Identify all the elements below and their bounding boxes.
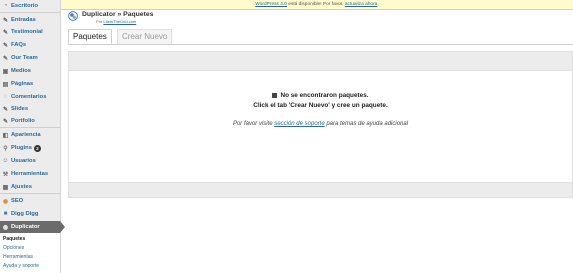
- sidebar-item-herramientas[interactable]: ⚒ Herramientas: [0, 168, 60, 180]
- duplicator-logo-icon: [68, 11, 78, 21]
- pages-icon: ▤: [2, 81, 9, 88]
- tools-icon: ⚒: [2, 171, 9, 178]
- empty-message: No se encontraron paquetes.: [69, 92, 572, 99]
- sidebar-item-portfolio[interactable]: ✎ Portfolio: [0, 115, 60, 127]
- tab-paquetes[interactable]: Paquetes: [68, 29, 112, 44]
- pin-icon: ✎: [2, 106, 9, 113]
- pin-icon: ✎: [2, 118, 9, 125]
- empty-instruction: Click el tab 'Crear Nuevo' y cree un paq…: [253, 102, 388, 109]
- appearance-icon: ◧: [2, 132, 9, 139]
- page-title: Duplicator » Paquetes: [82, 11, 154, 18]
- update-count-badge: 2: [33, 144, 41, 152]
- pin-icon: ✎: [2, 55, 9, 62]
- sidebar-item-usuarios[interactable]: ☺ Usuarios: [0, 155, 60, 167]
- seo-icon: ◉: [2, 198, 9, 205]
- sidebar-item-duplicator[interactable]: ◍ Duplicator: [0, 221, 65, 233]
- settings-icon: ▦: [2, 184, 9, 191]
- sidebar-item-seo[interactable]: ◉ SEO: [0, 195, 60, 207]
- media-icon: ▣: [2, 68, 9, 75]
- sidebar-item-slides[interactable]: ✎ Slides: [0, 103, 60, 115]
- sidebar-item-escritorio[interactable]: ◔ Escritorio: [0, 0, 60, 12]
- author-link[interactable]: LifeInTheGrid.com: [103, 19, 136, 24]
- support-message: Por favor visite sección de soporte para…: [232, 121, 409, 127]
- sidebar-item-ajustes[interactable]: ▦ Ajustes: [0, 181, 60, 193]
- package-icon: [272, 92, 278, 98]
- sidebar-item-plugins[interactable]: ⚲ Plugins 2: [0, 142, 60, 154]
- sidebar-separator: [0, 127, 60, 128]
- sidebar-item-digg-digg[interactable]: ■ Digg Digg: [0, 208, 60, 220]
- tab-crear-nuevo[interactable]: Crear Nuevo: [117, 29, 173, 44]
- submenu-item-ayuda[interactable]: Ayuda y soporte: [3, 263, 39, 269]
- table-header: [69, 52, 572, 71]
- sidebar-item-paginas[interactable]: ▤ Páginas: [0, 78, 60, 90]
- sidebar-item-entradas[interactable]: ✎ Entradas: [0, 14, 60, 26]
- pin-icon: ✎: [2, 17, 9, 24]
- active-menu-arrow: [60, 221, 65, 233]
- submenu-item-paquetes[interactable]: Paquetes: [3, 236, 25, 242]
- sidebar-item-testimonial[interactable]: ✎ Testimonial: [0, 26, 60, 38]
- sidebar-separator: [0, 193, 60, 194]
- sidebar-item-faqs[interactable]: ✎ FAQs: [0, 39, 60, 51]
- sidebar-item-comentarios[interactable]: ◌ Comentarios: [0, 91, 60, 103]
- users-icon: ☺: [2, 158, 9, 164]
- sidebar-item-our-team[interactable]: ✎ Our Team: [0, 52, 60, 64]
- sidebar-item-apariencia[interactable]: ◧ Apariencia: [0, 129, 60, 141]
- tab-bar: Paquetes Crear Nuevo: [68, 29, 573, 45]
- support-link[interactable]: sección de soporte: [274, 121, 324, 127]
- duplicator-icon: ◍: [2, 224, 9, 231]
- digg-icon: ■: [3, 211, 8, 217]
- page-subtitle: Por LifeInTheGrid.com: [96, 19, 137, 24]
- notice-end: .: [377, 2, 379, 7]
- dashboard-icon: ◔: [3, 3, 8, 9]
- comments-icon: ◌: [3, 94, 8, 100]
- notice-text: está disponible! Por favor,: [286, 2, 345, 7]
- table-footer: [69, 182, 572, 197]
- admin-sidebar: ◔ Escritorio ✎ Entradas ✎ Testimonial ✎ FAQs…: [0, 0, 65, 273]
- pin-icon: ✎: [2, 29, 9, 36]
- sidebar-separator: [0, 12, 60, 13]
- plugins-icon: ⚲: [3, 145, 8, 152]
- sidebar-item-medios[interactable]: ▣ Medios: [0, 65, 60, 77]
- pin-icon: ✎: [2, 42, 9, 49]
- wordpress-version-link[interactable]: WordPress 4.0: [255, 2, 287, 7]
- duplicator-submenu: Paquetes Opciones Herramientas Ayuda y s…: [0, 233, 60, 273]
- submenu-item-opciones[interactable]: Opciones: [3, 245, 24, 251]
- submenu-item-herramientas[interactable]: Herramientas: [3, 254, 33, 260]
- update-notice: WordPress 4.0 está disponible! Por favor…: [61, 0, 573, 10]
- update-now-link[interactable]: actualiza ahora: [345, 2, 378, 7]
- packages-table: No se encontraron paquetes. Click el tab…: [68, 51, 573, 198]
